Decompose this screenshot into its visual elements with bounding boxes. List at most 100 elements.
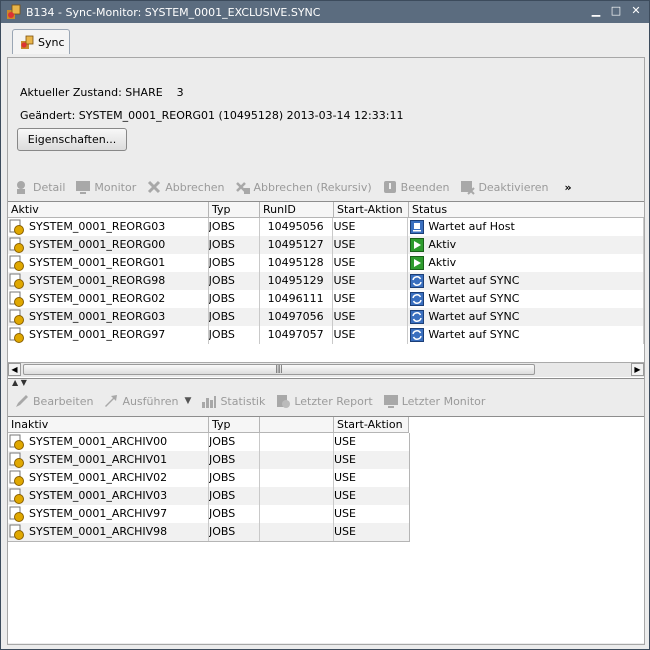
job-name: SYSTEM_0001_ARCHIV98 xyxy=(29,525,168,538)
job-name: SYSTEM_0001_REORG02 xyxy=(29,292,166,305)
host-wait-icon xyxy=(410,220,425,234)
start-action: USE xyxy=(334,471,356,484)
col-header-start-aktion[interactable]: Start-Aktion xyxy=(334,202,409,217)
table-row[interactable]: SYSTEM_0001_ARCHIV97 JOBS USE xyxy=(8,505,409,523)
job-type: JOBS xyxy=(209,469,260,487)
monitor-button[interactable]: Monitor xyxy=(75,179,136,195)
run-id: 10496111 xyxy=(260,290,334,308)
abort-recursive-label: Abbrechen (Rekursiv) xyxy=(253,180,372,194)
last-report-button[interactable]: Letzter Report xyxy=(275,393,373,409)
col-header-status[interactable]: Status xyxy=(409,202,644,217)
edit-label: Bearbeiten xyxy=(33,394,94,408)
job-type: JOBS xyxy=(209,218,260,236)
detail-button[interactable]: Detail xyxy=(14,179,65,195)
statistics-label: Statistik xyxy=(220,394,266,408)
sync-wait-icon xyxy=(410,292,425,306)
col-header-typ[interactable]: Typ xyxy=(209,417,260,432)
close-icon[interactable]: ✕ xyxy=(629,4,643,18)
sync-wait-icon xyxy=(410,328,425,342)
run-id: 10495129 xyxy=(260,272,334,290)
inactive-table-header: Inaktiv Typ Start-Aktion xyxy=(8,417,409,433)
job-name: SYSTEM_0001_ARCHIV01 xyxy=(29,453,168,466)
abort-button[interactable]: Abbrechen xyxy=(146,179,225,195)
job-type: JOBS xyxy=(209,433,260,451)
edit-button[interactable]: Bearbeiten xyxy=(14,393,93,409)
job-name: SYSTEM_0001_REORG03 xyxy=(29,310,166,323)
start-action: USE xyxy=(333,236,409,254)
last-monitor-button[interactable]: Letzter Monitor xyxy=(383,393,486,409)
current-state: Aktueller Zustand: SHARE 3 xyxy=(20,86,184,99)
col-header-empty[interactable] xyxy=(260,417,334,432)
table-row[interactable]: SYSTEM_0001_ARCHIV03 JOBS USE xyxy=(8,487,409,505)
detail-label: Detail xyxy=(33,180,66,194)
minimize-icon[interactable]: ▁ xyxy=(589,4,603,18)
table-row[interactable]: SYSTEM_0001_REORG01 JOBS 10495128 USE Ak… xyxy=(8,254,644,272)
active-table-body: SYSTEM_0001_REORG03 JOBS 10495056 USE Wa… xyxy=(8,218,644,344)
statistics-button[interactable]: Statistik xyxy=(201,393,265,409)
table-row[interactable]: SYSTEM_0001_REORG98 JOBS 10495129 USE Wa… xyxy=(8,272,644,290)
start-action: USE xyxy=(333,218,409,236)
job-name: SYSTEM_0001_ARCHIV97 xyxy=(29,507,168,520)
col-header-aktiv[interactable]: Aktiv xyxy=(8,202,209,217)
table-row[interactable]: SYSTEM_0001_REORG02 JOBS 10496111 USE Wa… xyxy=(8,290,644,308)
table-row[interactable]: SYSTEM_0001_ARCHIV02 JOBS USE xyxy=(8,469,409,487)
app-icon xyxy=(7,4,21,19)
play-icon xyxy=(410,238,425,252)
job-name: SYSTEM_0001_ARCHIV03 xyxy=(29,489,168,502)
table-row[interactable]: SYSTEM_0001_ARCHIV98 JOBS USE xyxy=(8,523,409,541)
execute-dropdown-icon[interactable]: ▼ xyxy=(185,396,192,406)
job-name: SYSTEM_0001_REORG97 xyxy=(29,328,166,341)
deactivate-icon xyxy=(461,181,476,195)
last-monitor-label: Letzter Monitor xyxy=(401,394,486,408)
active-jobs-table: Aktiv Typ RunID Start-Aktion Status SYST… xyxy=(8,201,644,379)
end-button[interactable]: Beenden xyxy=(382,179,449,195)
changed-info: Geändert: SYSTEM_0001_REORG01 (10495128)… xyxy=(20,109,404,122)
start-action: USE xyxy=(334,453,356,466)
inactive-jobs-table: Inaktiv Typ Start-Aktion SYSTEM_0001_ARC… xyxy=(8,416,644,643)
job-icon xyxy=(9,452,24,468)
job-name: SYSTEM_0001_ARCHIV02 xyxy=(29,471,168,484)
table-row[interactable]: SYSTEM_0001_REORG00 JOBS 10495127 USE Ak… xyxy=(8,236,644,254)
more-chevron-icon[interactable]: » xyxy=(565,181,572,194)
start-action: USE xyxy=(333,272,409,290)
run-id: 10495056 xyxy=(260,218,334,236)
properties-button[interactable]: Eigenschaften... xyxy=(17,128,127,151)
deactivate-button[interactable]: Deaktivieren xyxy=(459,179,549,195)
abort-recursive-button[interactable]: Abbrechen (Rekursiv) xyxy=(235,179,372,195)
col-header-runid[interactable]: RunID xyxy=(260,202,334,217)
play-icon xyxy=(410,256,425,270)
start-action: USE xyxy=(334,489,356,502)
maximize-icon[interactable]: □ xyxy=(609,4,623,18)
job-type: JOBS xyxy=(209,254,260,272)
job-name: SYSTEM_0001_ARCHIV00 xyxy=(29,435,168,448)
active-table-hscrollbar[interactable]: ◀ |||| ▶ xyxy=(8,362,644,377)
job-icon xyxy=(9,219,24,235)
execute-label: Ausführen xyxy=(122,394,179,408)
job-type: JOBS xyxy=(209,290,260,308)
scroll-right-icon[interactable]: ▶ xyxy=(631,363,644,376)
job-icon xyxy=(9,273,24,289)
job-icon xyxy=(9,237,24,253)
status-text: Wartet auf SYNC xyxy=(428,328,520,341)
tab-sync[interactable]: Sync xyxy=(12,29,70,54)
splitter-arrows-icon[interactable]: ▲ ▼ xyxy=(12,378,27,387)
monitor-icon xyxy=(76,181,91,194)
last-report-label: Letzter Report xyxy=(294,394,373,408)
col-header-typ[interactable]: Typ xyxy=(209,202,260,217)
table-row[interactable]: SYSTEM_0001_REORG03 JOBS 10497056 USE Wa… xyxy=(8,308,644,326)
table-row[interactable]: SYSTEM_0001_REORG97 JOBS 10497057 USE Wa… xyxy=(8,326,644,344)
abort-recursive-icon xyxy=(235,182,250,194)
table-row[interactable]: SYSTEM_0001_REORG03 JOBS 10495056 USE Wa… xyxy=(8,218,644,236)
job-type: JOBS xyxy=(209,236,260,254)
execute-button[interactable]: Ausführen ▼ xyxy=(103,393,191,409)
empty-cell xyxy=(260,487,334,505)
job-type: JOBS xyxy=(209,523,260,541)
status-text: Wartet auf SYNC xyxy=(428,274,520,287)
table-row[interactable]: SYSTEM_0001_ARCHIV00 JOBS USE xyxy=(8,433,409,451)
job-type: JOBS xyxy=(209,487,260,505)
scroll-left-icon[interactable]: ◀ xyxy=(8,363,21,376)
col-header-start-aktion[interactable]: Start-Aktion xyxy=(334,417,409,432)
title-bar[interactable]: B134 - Sync-Monitor: SYSTEM_0001_EXCLUSI… xyxy=(1,1,649,23)
table-row[interactable]: SYSTEM_0001_ARCHIV01 JOBS USE xyxy=(8,451,409,469)
col-header-inaktiv[interactable]: Inaktiv xyxy=(8,417,209,432)
